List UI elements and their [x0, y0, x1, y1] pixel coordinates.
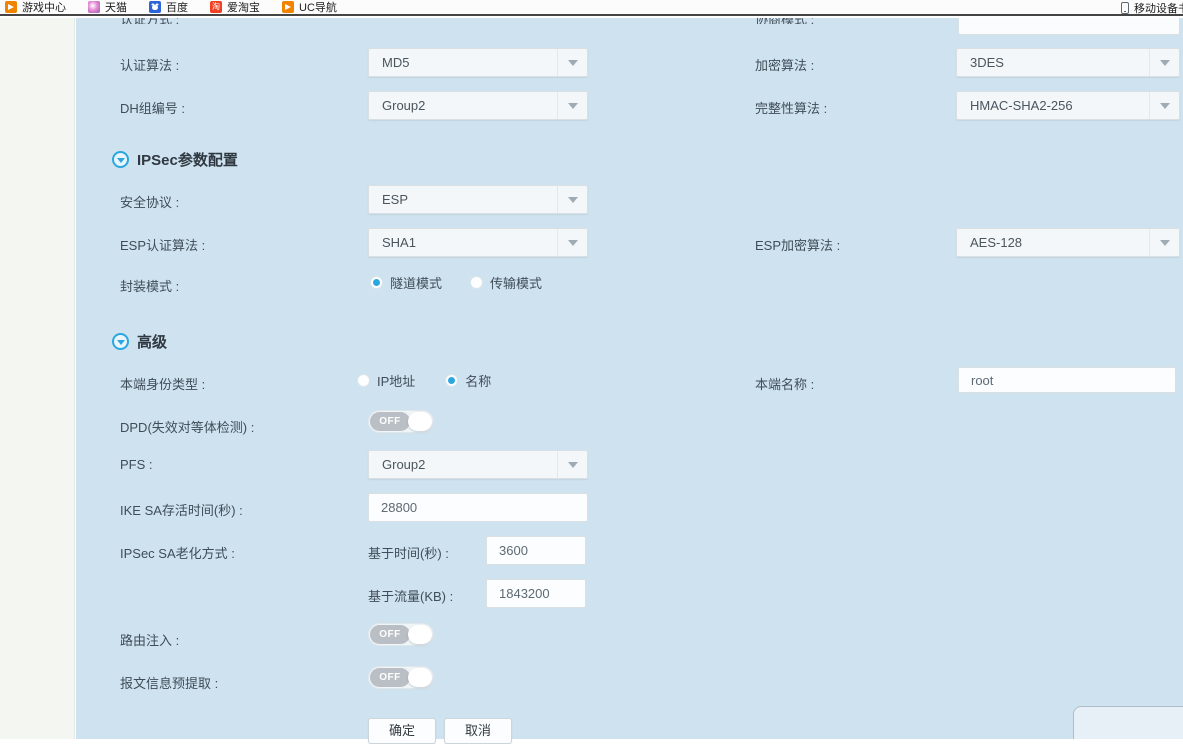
- tmall-cat-icon: [88, 1, 100, 13]
- auth-algo-label: 认证算法 :: [120, 55, 179, 74]
- esp-enc-algo-label: ESP加密算法 :: [755, 235, 840, 254]
- encap-mode-radios: 隧道模式 传输模式: [370, 273, 542, 292]
- ipsec-sa-age-label: IPSec SA老化方式 :: [120, 543, 235, 562]
- selected-value: SHA1: [369, 235, 557, 250]
- chevron-down-icon[interactable]: [557, 49, 587, 76]
- pfs-select[interactable]: Group2: [368, 450, 588, 479]
- bookmark-uc-nav[interactable]: UC导航: [282, 0, 337, 15]
- bookmark-label: 移动设备书签: [1134, 0, 1183, 16]
- selected-value: MD5: [369, 55, 557, 70]
- uc-nav-icon: [282, 1, 294, 13]
- radio-label[interactable]: 隧道模式: [390, 273, 442, 292]
- by-time-input[interactable]: [486, 536, 586, 565]
- ok-button[interactable]: 确定: [368, 718, 436, 744]
- radio-transport-mode[interactable]: [470, 276, 483, 289]
- route-inject-toggle[interactable]: OFF: [368, 623, 434, 646]
- radio-label[interactable]: 名称: [465, 371, 491, 390]
- selected-value: AES-128: [957, 235, 1149, 250]
- chevron-down-icon[interactable]: [557, 92, 587, 119]
- integrity-algo-label: 完整性算法 :: [755, 98, 827, 117]
- radio-tunnel-mode[interactable]: [370, 276, 383, 289]
- bookmark-game-center[interactable]: 游戏中心: [5, 0, 66, 15]
- esp-enc-algo-select[interactable]: AES-128: [956, 228, 1180, 257]
- ipsec-section-header: IPSec参数配置: [112, 149, 238, 170]
- packet-pre-toggle[interactable]: OFF: [368, 666, 434, 689]
- chevron-down-icon[interactable]: [557, 451, 587, 478]
- clipped-label-left: 认证方式 :: [120, 18, 280, 24]
- encap-mode-label: 封装模式 :: [120, 276, 179, 295]
- pfs-label: PFS :: [120, 457, 153, 472]
- collapse-section-icon[interactable]: [112, 151, 129, 168]
- packet-pre-label: 报文信息预提取 :: [120, 673, 218, 692]
- section-title: 高级: [137, 331, 167, 352]
- baidu-paw-icon: [149, 1, 161, 13]
- cancel-button[interactable]: 取消: [444, 718, 512, 744]
- chevron-down-icon[interactable]: [1149, 49, 1179, 76]
- game-center-icon: [5, 1, 17, 13]
- chevron-down-icon[interactable]: [1149, 229, 1179, 256]
- local-name-input[interactable]: [958, 367, 1176, 393]
- selected-value: ESP: [369, 192, 557, 207]
- ike-sa-life-label: IKE SA存活时间(秒) :: [120, 500, 243, 519]
- ike-sa-life-input[interactable]: [368, 493, 588, 522]
- encrypt-algo-label: 加密算法 :: [755, 55, 814, 74]
- section-title: IPSec参数配置: [137, 149, 238, 170]
- bookmarks-bar: 游戏中心 天猫 百度 淘 爱淘宝 UC导航 移动设备书签: [0, 0, 1183, 16]
- bookmark-tmall[interactable]: 天猫: [88, 0, 127, 15]
- security-proto-select[interactable]: ESP: [368, 185, 588, 214]
- bookmark-baidu[interactable]: 百度: [149, 0, 188, 15]
- page-left-margin: [0, 18, 75, 739]
- by-traffic-label: 基于流量(KB) :: [368, 586, 453, 605]
- clipped-input[interactable]: [958, 18, 1180, 35]
- bookmark-aitaobao[interactable]: 淘 爱淘宝: [210, 0, 260, 15]
- route-inject-label: 路由注入 :: [120, 630, 179, 649]
- dpd-label: DPD(失效对等体检测) :: [120, 417, 254, 436]
- security-proto-label: 安全协议 :: [120, 192, 179, 211]
- chevron-down-icon[interactable]: [557, 229, 587, 256]
- selected-value: HMAC-SHA2-256: [957, 98, 1149, 113]
- by-traffic-input[interactable]: [486, 579, 586, 608]
- integrity-algo-select[interactable]: HMAC-SHA2-256: [956, 91, 1180, 120]
- selected-value: Group2: [369, 98, 557, 113]
- toggle-knob: [408, 625, 432, 644]
- esp-auth-algo-select[interactable]: SHA1: [368, 228, 588, 257]
- clipped-label-right: 协商模式 :: [755, 18, 915, 24]
- dh-group-select[interactable]: Group2: [368, 91, 588, 120]
- selected-value: Group2: [369, 457, 557, 472]
- bookmark-label: 天猫: [105, 0, 127, 15]
- auth-algo-select[interactable]: MD5: [368, 48, 588, 77]
- toggle-knob: [408, 668, 432, 687]
- bookmark-mobile-devices[interactable]: 移动设备书签: [1121, 0, 1183, 16]
- local-id-type-label: 本端身份类型 :: [120, 374, 205, 393]
- taobao-icon: 淘: [210, 1, 222, 13]
- mobile-device-icon: [1121, 2, 1129, 14]
- local-name-label: 本端名称 :: [755, 374, 814, 393]
- radio-ip-address[interactable]: [357, 374, 370, 387]
- toggle-state: OFF: [370, 625, 410, 644]
- toggle-state: OFF: [370, 668, 410, 687]
- chevron-down-icon[interactable]: [557, 186, 587, 213]
- encrypt-algo-select[interactable]: 3DES: [956, 48, 1180, 77]
- ipsec-config-panel: 认证方式 : 协商模式 : 认证算法 : MD5 加密算法 : 3DES DH组…: [76, 18, 1183, 739]
- dpd-toggle[interactable]: OFF: [368, 410, 434, 433]
- radio-label[interactable]: IP地址: [377, 371, 415, 390]
- chevron-down-icon[interactable]: [1149, 92, 1179, 119]
- bookmark-label: 爱淘宝: [227, 0, 260, 15]
- esp-auth-algo-label: ESP认证算法 :: [120, 235, 205, 254]
- dh-group-label: DH组编号 :: [120, 98, 185, 117]
- toggle-knob: [408, 412, 432, 431]
- bookmark-label: UC导航: [299, 0, 337, 15]
- toggle-state: OFF: [370, 412, 410, 431]
- corner-popup-panel: [1073, 706, 1183, 739]
- local-id-type-radios: IP地址 名称: [357, 371, 491, 390]
- bookmark-label: 百度: [166, 0, 188, 15]
- advanced-section-header: 高级: [112, 331, 167, 352]
- collapse-section-icon[interactable]: [112, 333, 129, 350]
- radio-label[interactable]: 传输模式: [490, 273, 542, 292]
- radio-name[interactable]: [445, 374, 458, 387]
- selected-value: 3DES: [957, 55, 1149, 70]
- by-time-label: 基于时间(秒) :: [368, 543, 449, 562]
- bookmark-label: 游戏中心: [22, 0, 66, 15]
